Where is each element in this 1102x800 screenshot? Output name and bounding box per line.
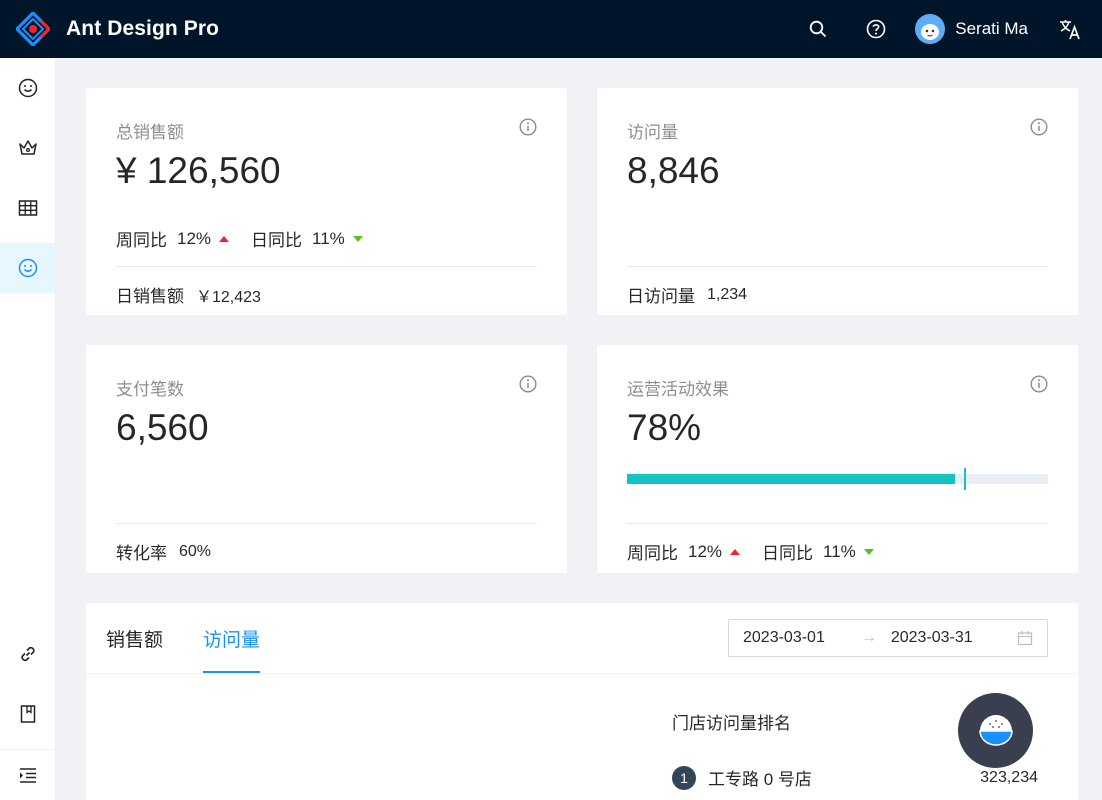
trend-label: 周同比: [116, 231, 167, 250]
trend-value: 12%: [688, 541, 723, 561]
tab-sales[interactable]: 销售额: [106, 603, 163, 673]
total-sales-card: 总销售额 ¥ 126,560 周同比 12% 日同比 11% 日销售额 ￥12,…: [86, 88, 567, 315]
rice-bowl-icon: [978, 714, 1013, 746]
card-footer: 日销售额 ￥12,423: [116, 282, 261, 307]
collapse-menu-button[interactable]: [0, 750, 55, 800]
trend-value: 11%: [312, 228, 345, 248]
card-divider: [627, 523, 1048, 524]
table-icon: [18, 200, 37, 216]
footer-value: 1,234: [707, 285, 748, 303]
panel-divider: [86, 673, 1078, 674]
user-menu[interactable]: Serati Ma: [905, 14, 1042, 44]
username[interactable]: Serati Ma: [955, 19, 1028, 39]
avatar[interactable]: [915, 14, 946, 44]
card-title: 运营活动效果: [627, 380, 729, 399]
sidebar-item-dashboard[interactable]: [0, 243, 55, 293]
date-start-input[interactable]: 2023-03-01: [743, 629, 825, 647]
card-title: 总销售额: [116, 123, 184, 142]
sidebar-item-docs[interactable]: [0, 689, 55, 739]
footer-label: 日访问量: [627, 287, 695, 306]
card-divider: [116, 266, 537, 267]
payments-value: 6,560: [116, 407, 209, 448]
book-icon: [20, 705, 35, 723]
payments-card: 支付笔数 6,560 转化率 60%: [86, 345, 567, 573]
menu-unfold-icon: [19, 768, 36, 783]
info-circle-icon[interactable]: [519, 375, 537, 393]
rank-value: 323,234: [980, 768, 1038, 786]
crown-icon: [18, 140, 37, 155]
tab-bar: 销售额 访问量: [106, 603, 300, 673]
trend-label: 日同比: [251, 231, 303, 250]
top-header: Ant Design Pro Serati Ma: [0, 0, 1102, 58]
card-divider: [627, 266, 1048, 267]
ant-design-logo-icon[interactable]: [16, 12, 50, 46]
total-sales-value: ¥ 126,560: [116, 150, 281, 191]
sidebar-item-links[interactable]: [0, 629, 55, 679]
info-circle-icon[interactable]: [519, 118, 537, 136]
link-icon: [20, 646, 35, 662]
card-title: 支付笔数: [116, 380, 184, 399]
calendar-icon: [1017, 631, 1033, 646]
smile-icon: [18, 78, 37, 98]
operations-value: 78%: [627, 407, 702, 448]
card-footer: 日访问量 1,234: [627, 282, 747, 307]
sidebar-item-admin[interactable]: [0, 123, 55, 173]
progress-bar: [627, 468, 1048, 490]
header-actions: Serati Ma: [789, 0, 1102, 58]
rank-list-item: 1 工专路 0 号店 323,234: [672, 765, 1038, 790]
translate-icon[interactable]: [1042, 0, 1098, 58]
app-title[interactable]: Ant Design Pro: [66, 17, 219, 41]
card-title: 访问量: [627, 123, 678, 142]
smile-icon: [18, 258, 37, 278]
day-trend: 日同比 11%: [762, 539, 874, 564]
footer-value: ￥12,423: [196, 288, 261, 306]
date-range-picker[interactable]: 2023-03-01 → 2023-03-31: [728, 619, 1048, 657]
date-end-input[interactable]: 2023-03-31: [891, 629, 973, 647]
trend-value: 12%: [177, 228, 212, 248]
rank-number: 1: [672, 765, 696, 790]
footer-label: 转化率: [116, 544, 167, 563]
footer-value: 60%: [179, 542, 212, 560]
sidebar-item-table[interactable]: [0, 183, 55, 233]
caret-up-icon: [730, 548, 741, 555]
trend-row: 周同比 12% 日同比 11%: [116, 226, 385, 251]
arrow-right-icon: →: [860, 629, 877, 646]
tab-visits[interactable]: 访问量: [203, 603, 261, 673]
sidebar: [0, 58, 56, 800]
card-footer: 转化率 60%: [116, 539, 211, 564]
caret-down-icon: [863, 548, 874, 555]
question-icon[interactable]: [847, 0, 905, 58]
progress-target-marker: [963, 468, 966, 490]
rank-title: 门店访问量排名: [672, 714, 791, 733]
card-divider: [116, 523, 537, 524]
search-icon[interactable]: [789, 0, 847, 58]
week-trend: 周同比 12%: [116, 226, 230, 251]
operations-card: 运营活动效果 78% 周同比 12% 日同比 11%: [597, 345, 1078, 573]
rank-store-name: 工专路 0 号店: [708, 770, 812, 789]
info-circle-icon[interactable]: [1030, 375, 1048, 393]
day-trend: 日同比 11%: [251, 226, 363, 251]
week-trend: 周同比 12%: [627, 539, 741, 564]
caret-up-icon: [219, 235, 230, 242]
caret-down-icon: [352, 235, 363, 242]
trend-value: 11%: [823, 541, 856, 561]
progress-fill: [627, 474, 956, 484]
trend-label: 日同比: [762, 544, 814, 563]
trend-row: 周同比 12% 日同比 11%: [627, 539, 896, 564]
trend-label: 周同比: [627, 544, 678, 563]
visits-value: 8,846: [627, 150, 720, 191]
sales-visits-panel: 销售额 访问量 2023-03-01 → 2023-03-31 门店访问量排名 …: [86, 603, 1078, 800]
footer-label: 日销售额: [116, 287, 184, 306]
sidebar-item-welcome[interactable]: [0, 63, 55, 113]
info-circle-icon[interactable]: [1030, 118, 1048, 136]
floating-assistant-button[interactable]: [958, 693, 1033, 768]
visits-card: 访问量 8,846 日访问量 1,234: [597, 88, 1078, 315]
